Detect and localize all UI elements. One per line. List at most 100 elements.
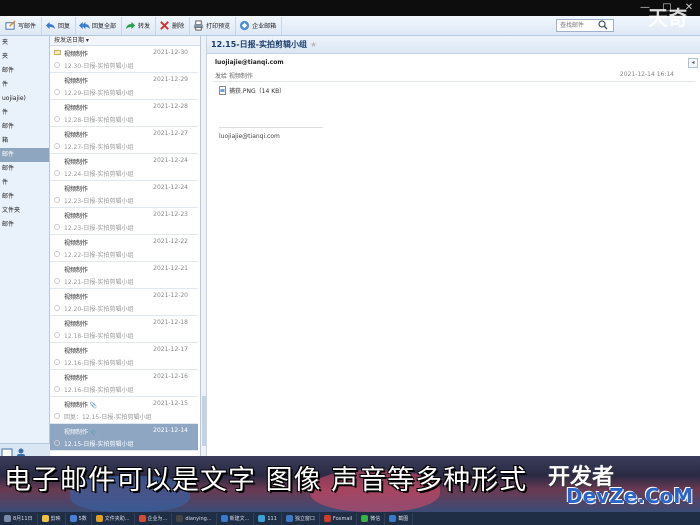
taskbar-item[interactable]: 企业为... — [135, 512, 173, 525]
watermark-logo: 天奇 — [648, 6, 688, 30]
folder-item[interactable]: 邮件 — [0, 218, 49, 232]
flag-icon[interactable] — [54, 359, 60, 365]
mail-date: 2021-12-23 — [153, 211, 188, 218]
folder-item[interactable]: 件 — [0, 176, 49, 190]
taskbar-item-label: Foxmail — [332, 515, 353, 522]
sort-dropdown[interactable]: 按发送日期 ▾ — [50, 36, 200, 46]
mail-list-row[interactable]: 视频制作 2021-12-17 12.16-日报-实拍剪辑小组 — [50, 343, 198, 370]
mail-subject: 12.29-日报-实拍剪辑小组 — [64, 90, 134, 97]
mail-list-row[interactable]: 视频制作 2021-12-28 12.28-日报-实拍剪辑小组 — [50, 100, 198, 127]
taskbar-item[interactable]: 新建文... — [217, 512, 255, 525]
reply-icon — [45, 21, 56, 30]
flag-icon[interactable] — [54, 413, 60, 419]
flag-icon[interactable] — [54, 440, 60, 446]
delete-button[interactable]: 删除 — [156, 16, 191, 35]
mail-list-row[interactable]: 视频制作 2021-12-29 12.29-日报-实拍剪辑小组 — [50, 73, 198, 100]
taskbar-item-label: 剪映 — [50, 516, 61, 522]
mail-subject: 12.22-日报-实拍剪辑小组 — [64, 252, 134, 259]
taskbar-item[interactable]: 剪映 — [38, 512, 66, 525]
mail-list-row[interactable]: 视频制作 2021-12-30 12.30-日报-实拍剪辑小组 — [50, 46, 198, 73]
header-expand-icon[interactable]: ◂ — [688, 58, 698, 68]
mail-date: 2021-12-29 — [153, 76, 188, 83]
compose-icon — [5, 20, 16, 30]
search-icon[interactable] — [598, 20, 608, 30]
taskbar-item[interactable]: Foxmail — [320, 512, 358, 525]
star-icon[interactable]: ★ — [310, 40, 317, 49]
taskbar-item[interactable]: 独立窗口 — [282, 512, 320, 525]
folder-item[interactable]: 邮件 — [0, 190, 49, 204]
reply-all-button[interactable]: 回复全部 — [76, 16, 123, 35]
folder-item[interactable]: 件 — [0, 78, 49, 92]
mail-list-row[interactable]: 视频制作 📎 2021-12-15 回复：12.15-日报-实拍剪辑小组 — [50, 397, 198, 424]
mail-list-row[interactable]: 视频制作 2021-12-16 12.16-日报-实拍剪辑小组 — [50, 370, 198, 397]
folder-item[interactable]: 文件夹 — [0, 204, 49, 218]
mail-list-row[interactable]: 视频制作 2021-12-21 12.21-日报-实拍剪辑小组 — [50, 262, 198, 289]
taskbar-item[interactable]: 8月11日 — [0, 512, 38, 525]
contacts-view-icon[interactable] — [15, 444, 27, 458]
mail-list-row[interactable]: 视频制作 2021-12-23 12.23-日报-实拍剪辑小组 — [50, 208, 198, 235]
taskbar-item[interactable]: 5数 — [66, 512, 92, 525]
flag-icon[interactable] — [54, 251, 60, 257]
mail-list-row[interactable]: 视频制作 2021-12-24 12.23-日报-实拍剪辑小组 — [50, 181, 198, 208]
mail-list-row[interactable]: 视频制作 📎 2021-12-14 12.15-日报-实拍剪辑小组 — [50, 424, 198, 451]
flag-icon[interactable] — [54, 197, 60, 203]
mail-list-row[interactable]: 视频制作 2021-12-27 12.27-日报-实拍剪辑小组 — [50, 127, 198, 154]
message-subject: 12.15-日报-实拍剪辑小组 — [211, 40, 307, 49]
folder-item[interactable]: 件 — [0, 106, 49, 120]
scroll-thumb[interactable] — [202, 396, 206, 446]
flag-icon[interactable] — [54, 305, 60, 311]
mail-sender: 视频制作 — [64, 78, 89, 85]
app-icon — [323, 515, 331, 522]
enterprise-mail-button[interactable]: 企业邮箱 — [236, 16, 283, 35]
mail-date: 2021-12-14 — [153, 427, 188, 434]
mail-list: 按发送日期 ▾ 视频制作 2021-12-30 12.30-日报-实拍剪辑小组 视频制… — [50, 36, 201, 456]
folder-item-selected[interactable]: 邮件 — [0, 148, 49, 162]
mail-list-row[interactable]: 视频制作 2021-12-18 12.18-日报-实拍剪辑小组 — [50, 316, 198, 343]
reply-button[interactable]: 回复 — [42, 16, 77, 35]
mail-date: 2021-12-27 — [153, 130, 188, 137]
mail-list-row[interactable]: 视频制作 2021-12-20 12.20-日报-实拍剪辑小组 — [50, 289, 198, 316]
taskbar-item[interactable]: 微信 — [357, 512, 386, 525]
mail-view-icon[interactable] — [1, 444, 13, 458]
header-divider — [213, 81, 695, 82]
flag-icon[interactable] — [54, 170, 60, 176]
flag-icon[interactable] — [54, 143, 60, 149]
reading-pane: 12.15-日报-实拍剪辑小组 ★ luojiajie@tianqi.com 发给… — [207, 36, 700, 456]
mail-list-row[interactable]: 视频制作 2021-12-24 12.24-日报-实拍剪辑小组 — [50, 154, 198, 181]
flag-icon[interactable] — [54, 224, 60, 230]
mail-sender: 视频制作 📎 — [64, 402, 98, 409]
taskbar-item-label: 新建文... — [229, 516, 250, 522]
folder-item[interactable]: 夹 — [0, 36, 49, 50]
message-time: 2021-12-14 16:14 — [619, 71, 674, 78]
folder-item[interactable]: 邮件 — [0, 64, 49, 78]
print-preview-button[interactable]: 打印预览 — [190, 16, 237, 35]
mail-sender: 视频制作 — [64, 294, 89, 301]
mail-date: 2021-12-18 — [153, 319, 188, 326]
folder-item[interactable]: 夹 — [0, 50, 49, 64]
flag-icon[interactable] — [54, 386, 60, 392]
mail-date: 2021-12-17 — [153, 346, 188, 353]
mail-sender: 视频制作 — [64, 321, 89, 328]
flag-icon[interactable] — [54, 116, 60, 122]
folder-item[interactable]: 箱 — [0, 134, 49, 148]
account-item[interactable]: uojiajie) — [0, 92, 49, 106]
flag-icon[interactable] — [54, 332, 60, 338]
mail-list-row[interactable]: 视频制作 2021-12-22 12.22-日报-实拍剪辑小组 — [50, 235, 198, 262]
taskbar-item-label: 截图 — [398, 516, 409, 522]
message-from[interactable]: luojiajie@tianqi.com — [215, 59, 284, 66]
taskbar-item[interactable]: 111 — [254, 512, 282, 525]
mail-sender: 视频制作 — [64, 240, 89, 247]
flag-icon[interactable] — [54, 89, 60, 95]
taskbar-item[interactable]: 文件夹助... — [92, 512, 135, 525]
taskbar-item[interactable]: dianying... — [172, 512, 217, 525]
sidebar-footer — [0, 443, 50, 458]
folder-item[interactable]: 邮件 — [0, 120, 49, 134]
taskbar-item[interactable]: 截图 — [385, 512, 414, 525]
flag-icon[interactable] — [54, 62, 60, 68]
compose-button[interactable]: 写邮件 — [2, 16, 43, 35]
folder-item[interactable]: 邮件 — [0, 162, 49, 176]
mail-subject: 12.18-日报-实拍剪辑小组 — [64, 333, 134, 340]
forward-button[interactable]: 转发 — [122, 16, 157, 35]
attachment[interactable]: 捕获.PNG（14 KB） — [219, 86, 285, 95]
flag-icon[interactable] — [54, 278, 60, 284]
